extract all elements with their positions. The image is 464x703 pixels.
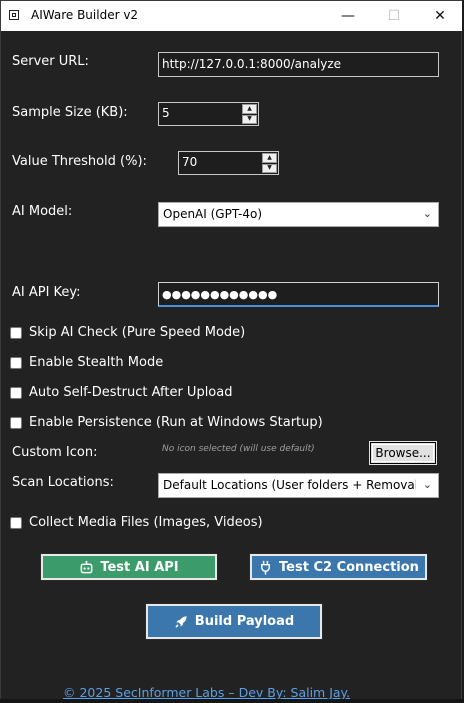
ai-model-selected: OpenAI (GPT-4o) — [163, 207, 263, 221]
plug-icon — [261, 560, 270, 575]
browse-button[interactable]: Browse... — [369, 441, 437, 465]
ai-model-label: AI Model: — [12, 204, 73, 219]
test-ai-api-button[interactable]: Test AI API — [40, 553, 218, 581]
self-destruct-checkbox[interactable] — [10, 387, 22, 399]
footer-credit-link[interactable]: © 2025 SecInformer Labs – Dev By: Salim … — [63, 685, 350, 700]
sample-size-up-button[interactable]: ▲ — [242, 104, 257, 114]
scan-locations-label: Scan Locations: — [12, 475, 114, 490]
skip-ai-check-label[interactable]: Skip AI Check (Pure Speed Mode) — [29, 325, 245, 340]
ai-api-key-label: AI API Key: — [12, 285, 81, 300]
stealth-mode-label[interactable]: Enable Stealth Mode — [29, 355, 163, 370]
window-title: AIWare Builder v2 — [31, 8, 139, 22]
ai-api-key-input[interactable]: ●●●●●●●●●●●● — [158, 282, 439, 307]
title-bar: AIWare Builder v2 — ☐ ✕ — [1, 1, 463, 31]
skip-ai-check-checkbox[interactable] — [10, 327, 22, 339]
collect-media-label[interactable]: Collect Media Files (Images, Videos) — [29, 515, 263, 530]
maximize-button[interactable]: ☐ — [371, 1, 417, 31]
sample-size-label: Sample Size (KB): — [12, 105, 128, 120]
test-c2-connection-label: Test C2 Connection — [279, 559, 419, 575]
chevron-down-icon: ⌄ — [422, 478, 432, 491]
close-button[interactable]: ✕ — [417, 1, 463, 31]
server-url-input[interactable]: http://127.0.0.1:8000/analyze — [158, 52, 439, 77]
scan-locations-selected: Default Locations (User folders + Remova… — [163, 478, 416, 492]
test-ai-api-label: Test AI API — [100, 559, 179, 575]
sample-size-stepper[interactable]: 5 ▲ ▼ — [158, 102, 259, 126]
build-payload-button[interactable]: Build Payload — [145, 603, 323, 640]
robot-icon — [80, 560, 93, 573]
test-c2-connection-button[interactable]: Test C2 Connection — [249, 553, 428, 581]
value-threshold-value: 70 — [182, 155, 198, 169]
value-threshold-down-button[interactable]: ▼ — [262, 163, 277, 173]
self-destruct-label[interactable]: Auto Self-Destruct After Upload — [29, 385, 232, 400]
app-icon — [9, 10, 19, 20]
collect-media-checkbox[interactable] — [10, 517, 22, 529]
stealth-mode-checkbox[interactable] — [10, 357, 22, 369]
custom-icon-label: Custom Icon: — [12, 445, 98, 460]
chevron-down-icon: ⌄ — [422, 207, 432, 220]
custom-icon-status: No icon selected (will use default) — [162, 444, 315, 454]
server-url-label: Server URL: — [12, 54, 89, 69]
persistence-label[interactable]: Enable Persistence (Run at Windows Start… — [29, 415, 323, 430]
browse-button-label: Browse... — [375, 446, 431, 460]
minimize-button[interactable]: — — [325, 1, 371, 31]
ai-model-select[interactable]: OpenAI (GPT-4o) ⌄ — [158, 202, 439, 227]
app-window: AIWare Builder v2 — ☐ ✕ Server URL: http… — [0, 0, 463, 703]
scan-locations-select[interactable]: Default Locations (User folders + Remova… — [158, 473, 439, 498]
persistence-checkbox[interactable] — [10, 417, 22, 429]
value-threshold-label: Value Threshold (%): — [12, 154, 147, 169]
value-threshold-up-button[interactable]: ▲ — [262, 153, 277, 163]
build-payload-label: Build Payload — [194, 614, 295, 629]
sample-size-down-button[interactable]: ▼ — [242, 114, 257, 124]
sample-size-value: 5 — [162, 106, 170, 120]
rocket-icon — [175, 616, 187, 628]
value-threshold-stepper[interactable]: 70 ▲ ▼ — [178, 151, 279, 175]
background-strip-bottom — [0, 699, 464, 703]
